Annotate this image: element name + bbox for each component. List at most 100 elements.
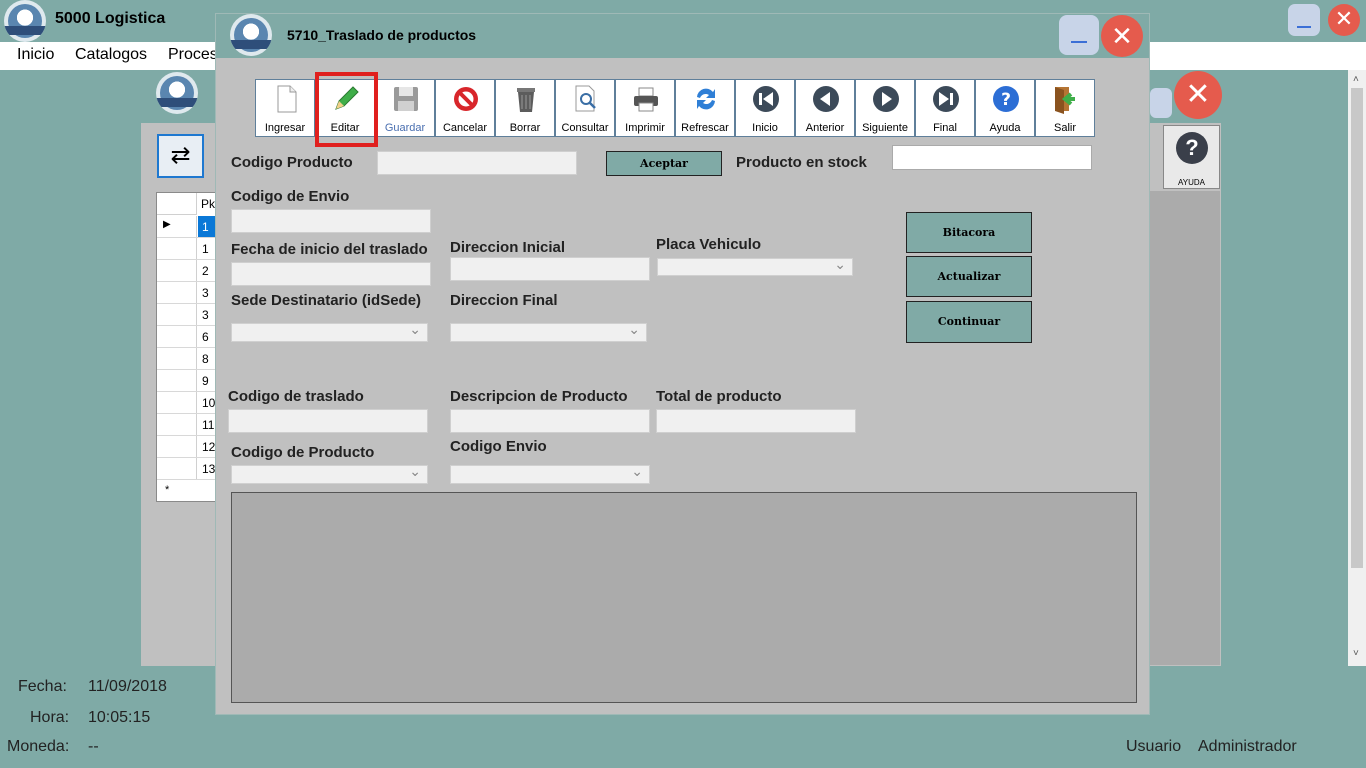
row-selector[interactable] [157, 392, 197, 413]
floppy-icon [391, 84, 421, 114]
toolbar-imprimir-button[interactable]: Imprimir [615, 79, 675, 137]
detail-grid[interactable] [231, 492, 1137, 703]
grid-cell-pk[interactable]: 11 [198, 414, 217, 435]
fecha-inicio-input[interactable] [231, 262, 431, 286]
grid-cell-pk[interactable]: 8 [198, 348, 217, 369]
truck-transfer-icon[interactable]: ⇄ [157, 134, 204, 178]
placa-label: Placa Vehiculo [656, 236, 762, 253]
grid-cell-pk[interactable]: 1 [198, 216, 217, 237]
continuar-button[interactable]: Continuar [906, 301, 1032, 343]
scroll-down-icon[interactable]: ˅ [1353, 648, 1359, 659]
grid-corner [157, 193, 197, 215]
direccion-final-combo[interactable] [450, 321, 647, 342]
dialog-logo [230, 14, 272, 56]
toolbar-ingresar-button[interactable]: Ingresar [255, 79, 315, 137]
table-row[interactable]: 3 [157, 282, 217, 304]
current-row-icon: ▶ [163, 219, 171, 230]
toolbar-consultar-button[interactable]: Consultar [555, 79, 615, 137]
minimize-button[interactable] [1288, 4, 1320, 36]
row-selector[interactable] [157, 260, 197, 281]
fecha-inicio-label: Fecha de inicio del traslado [231, 241, 428, 258]
toolbar-label: Guardar [384, 122, 426, 134]
producto-stock-input[interactable] [892, 145, 1092, 170]
last-icon [931, 84, 961, 114]
toolbar-salir-button[interactable]: Salir [1035, 79, 1095, 137]
grid-cell-pk[interactable]: 3 [198, 282, 217, 303]
codigo-de-producto-label: Codigo de Producto [231, 444, 375, 461]
table-row[interactable]: 2 [157, 260, 217, 282]
toolbar-guardar-button[interactable]: Guardar [375, 79, 435, 137]
table-row[interactable]: 11 [157, 414, 217, 436]
inner-help-button[interactable]: ? AYUDA [1163, 125, 1220, 189]
toolbar-ayuda-button[interactable]: ? Ayuda [975, 79, 1035, 137]
row-selector[interactable] [157, 282, 197, 303]
inner-close-button[interactable]: ✕ [1174, 71, 1222, 119]
codigo-traslado-input[interactable] [228, 409, 428, 433]
toolbar-final-button[interactable]: Final [915, 79, 975, 137]
toolbar-borrar-button[interactable]: Borrar [495, 79, 555, 137]
table-row[interactable]: 1 [157, 238, 217, 260]
row-selector[interactable] [157, 304, 197, 325]
fecha-value: 11/09/2018 [88, 678, 167, 695]
grid-cell-pk[interactable]: 13 [198, 458, 217, 479]
codigo-envio-input[interactable] [231, 209, 431, 233]
dialog-minimize-button[interactable] [1059, 15, 1099, 55]
close-button[interactable]: ✕ [1328, 4, 1360, 36]
toolbar-siguiente-button[interactable]: Siguiente [855, 79, 915, 137]
hora-value: 10:05:15 [88, 709, 151, 726]
grid-cell-pk[interactable]: 9 [198, 370, 217, 391]
grid-cell-pk[interactable]: 12 [198, 436, 217, 457]
total-label: Total de producto [656, 388, 782, 405]
aceptar-button[interactable]: Aceptar [606, 151, 722, 176]
row-selector[interactable] [157, 414, 197, 435]
bitacora-button[interactable]: Bitacora [906, 212, 1032, 253]
dialog-close-button[interactable]: ✕ [1101, 15, 1143, 57]
scroll-thumb[interactable] [1351, 88, 1363, 568]
inner-minimize-button[interactable] [1150, 88, 1172, 118]
menu-catalogos[interactable]: Catalogos [75, 46, 147, 64]
table-row[interactable]: 6 [157, 326, 217, 348]
row-selector[interactable] [157, 238, 197, 259]
main-scrollbar[interactable]: ˄ ˅ [1348, 70, 1366, 666]
grid-header-pk[interactable]: Pk [201, 197, 215, 211]
moneda-value: -- [88, 738, 99, 755]
total-input[interactable] [656, 409, 856, 433]
toolbar-cancelar-button[interactable]: Cancelar [435, 79, 495, 137]
table-row[interactable]: 10 [157, 392, 217, 414]
codigo-producto-input[interactable] [377, 151, 577, 175]
toolbar-inicio-button[interactable]: Inicio [735, 79, 795, 137]
table-row[interactable]: 13 [157, 458, 217, 480]
data-grid[interactable]: Pk ▶ 1 1 2 3 3 6 8 9 10 11 12 13 * [156, 192, 218, 502]
scroll-up-icon[interactable]: ˄ [1353, 74, 1359, 85]
grid-cell-pk[interactable]: 3 [198, 304, 217, 325]
row-selector[interactable] [157, 326, 197, 347]
table-row[interactable]: 9 [157, 370, 217, 392]
toolbar-refrescar-button[interactable]: Refrescar [675, 79, 735, 137]
row-selector[interactable]: ▶ [157, 216, 197, 237]
grid-cell-pk[interactable]: 2 [198, 260, 217, 281]
grid-cell-pk[interactable]: 6 [198, 326, 217, 347]
grid-cell-pk[interactable]: 10 [198, 392, 217, 413]
row-selector[interactable] [157, 370, 197, 391]
codigo-envio2-combo[interactable] [450, 463, 650, 484]
descripcion-input[interactable] [450, 409, 650, 433]
codigo-de-producto-combo[interactable] [231, 463, 428, 484]
row-selector[interactable] [157, 458, 197, 479]
previous-icon [811, 84, 841, 114]
sede-combo[interactable] [231, 321, 428, 342]
row-selector[interactable] [157, 436, 197, 457]
table-row[interactable]: 8 [157, 348, 217, 370]
direccion-inicial-input[interactable] [450, 257, 650, 281]
placa-combo[interactable] [657, 256, 853, 276]
codigo-producto-label: Codigo Producto [231, 154, 353, 171]
toolbar-anterior-button[interactable]: Anterior [795, 79, 855, 137]
menu-inicio[interactable]: Inicio [17, 46, 54, 64]
table-row[interactable]: ▶ 1 [157, 216, 217, 238]
table-row[interactable]: 12 [157, 436, 217, 458]
actualizar-button[interactable]: Actualizar [906, 256, 1032, 297]
minimize-icon [1071, 41, 1087, 43]
menu-procesos[interactable]: Proces [168, 46, 218, 64]
table-row[interactable]: 3 [157, 304, 217, 326]
row-selector[interactable] [157, 348, 197, 369]
grid-cell-pk[interactable]: 1 [198, 238, 217, 259]
